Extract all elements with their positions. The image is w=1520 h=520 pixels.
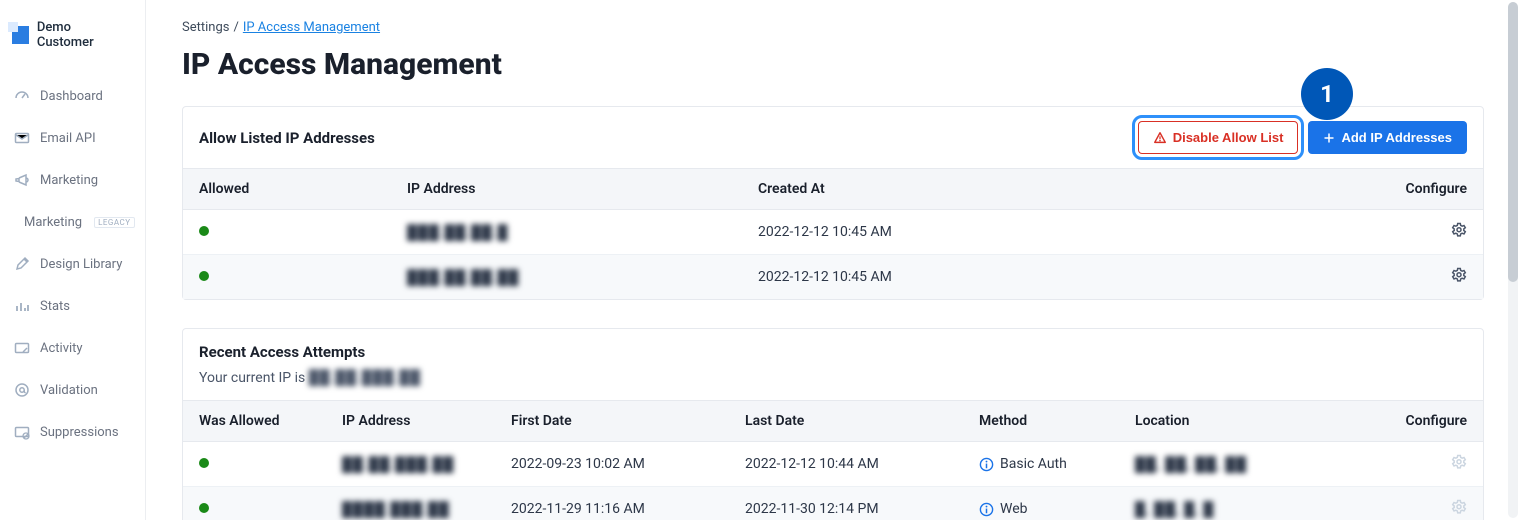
recent-title: Recent Access Attempts: [199, 343, 365, 361]
page-title: IP Access Management: [182, 47, 1484, 82]
ip-value: ███.██.██.█: [407, 225, 508, 241]
button-label: Disable Allow List: [1173, 130, 1284, 145]
gauge-icon: [14, 88, 30, 104]
mail-icon: [14, 130, 30, 146]
col-location: Location: [1119, 401, 1366, 442]
sidebar-item-label: Design Library: [40, 257, 122, 272]
button-label: Add IP Addresses: [1341, 130, 1452, 145]
recent-access-panel: Recent Access Attempts Your current IP i…: [182, 328, 1484, 520]
sidebar-item-marketing[interactable]: Marketing: [12, 162, 133, 198]
first-date: 2022-09-23 10:02 AM: [495, 442, 729, 487]
col-last: Last Date: [729, 401, 963, 442]
col-ip: IP Address: [391, 169, 742, 210]
allow-list-panel: Allow Listed IP Addresses Disable Allow …: [182, 106, 1484, 300]
gear-icon[interactable]: [1451, 499, 1467, 515]
sidebar-item-label: Stats: [40, 299, 70, 314]
at-icon: [14, 382, 30, 398]
step-indicator: 1: [1301, 68, 1353, 120]
sidebar-item-activity[interactable]: Activity: [12, 330, 133, 366]
table-row: ██.██.███.██ 2022-09-23 10:02 AM 2022-12…: [183, 442, 1483, 487]
info-icon[interactable]: [979, 502, 994, 517]
sidebar-item-stats[interactable]: Stats: [12, 288, 133, 324]
created-value: 2022-12-12 10:45 AM: [742, 255, 1327, 300]
sidebar-nav: Dashboard Email API Marketing Marketing …: [12, 78, 133, 450]
sidebar-item-validation[interactable]: Validation: [12, 372, 133, 408]
sidebar-item-label: Email API: [40, 131, 96, 146]
table-row: ████.███.██ 2022-11-29 11:16 AM 2022-11-…: [183, 487, 1483, 520]
legacy-badge: LEGACY: [94, 217, 135, 228]
main-content: Settings / IP Access Management IP Acces…: [146, 0, 1520, 520]
plus-icon: [1323, 132, 1335, 144]
recent-access-table: Was Allowed IP Address First Date Last D…: [183, 400, 1483, 520]
current-ip-value: ██.██.███.██: [309, 370, 421, 386]
col-configure: Configure: [1366, 401, 1483, 442]
sidebar-item-label: Validation: [40, 383, 98, 398]
info-icon[interactable]: [979, 457, 994, 472]
suppressions-icon: [14, 424, 30, 440]
activity-icon: [14, 340, 30, 356]
sidebar-item-design-library[interactable]: Design Library: [12, 246, 133, 282]
sidebar-item-label: Dashboard: [40, 89, 103, 104]
org-switcher[interactable]: Demo Customer: [12, 20, 133, 50]
disable-allow-list-button[interactable]: Disable Allow List: [1138, 121, 1299, 154]
breadcrumb-current-link[interactable]: IP Access Management: [243, 20, 380, 35]
pencil-icon: [14, 256, 30, 272]
sidebar-item-label: Marketing: [24, 215, 82, 230]
created-value: 2022-12-12 10:45 AM: [742, 210, 1327, 255]
current-ip-label: Your current IP is: [199, 370, 309, 386]
col-allowed: Allowed: [183, 169, 391, 210]
method-value: Basic Auth: [1000, 456, 1067, 472]
gear-icon[interactable]: [1451, 454, 1467, 470]
sidebar-item-label: Activity: [40, 341, 83, 356]
sidebar-item-suppressions[interactable]: Suppressions: [12, 414, 133, 450]
col-created: Created At: [742, 169, 1327, 210]
gear-icon[interactable]: [1451, 267, 1467, 283]
sidebar-item-marketing-legacy[interactable]: Marketing LEGACY: [12, 204, 133, 240]
col-method: Method: [963, 401, 1119, 442]
breadcrumb-root: Settings: [182, 20, 229, 35]
col-first: First Date: [495, 401, 729, 442]
last-date: 2022-11-30 12:14 PM: [729, 487, 963, 520]
allow-list-table: Allowed IP Address Created At Configure …: [183, 168, 1483, 299]
sidebar-item-label: Marketing: [40, 173, 98, 188]
ip-value: ██.██.███.██: [342, 457, 454, 473]
location-value: █, ██, █, █: [1135, 502, 1214, 518]
table-row: ███.██.██.██ 2022-12-12 10:45 AM: [183, 255, 1483, 300]
gear-icon[interactable]: [1451, 222, 1467, 238]
method-value: Web: [1000, 501, 1028, 517]
breadcrumb: Settings / IP Access Management: [182, 20, 1484, 35]
first-date: 2022-11-29 11:16 AM: [495, 487, 729, 520]
last-date: 2022-12-12 10:44 AM: [729, 442, 963, 487]
allowed-dot: [199, 271, 209, 281]
breadcrumb-sep: /: [233, 20, 238, 35]
ip-value: ████.███.██: [342, 502, 450, 518]
col-ip: IP Address: [326, 401, 495, 442]
col-was-allowed: Was Allowed: [183, 401, 326, 442]
allowed-dot: [199, 458, 209, 468]
ip-value: ███.██.██.██: [407, 270, 519, 286]
col-configure: Configure: [1327, 169, 1483, 210]
sidebar-item-dashboard[interactable]: Dashboard: [12, 78, 133, 114]
allowed-dot: [199, 226, 209, 236]
current-ip-line: Your current IP is ██.██.███.██: [199, 369, 421, 386]
sidebar-item-email-api[interactable]: Email API: [12, 120, 133, 156]
org-logo: [12, 26, 29, 44]
location-value: ██, ██, ██, ██: [1135, 457, 1247, 473]
warning-icon: [1153, 131, 1167, 145]
scrollbar-thumb[interactable]: [1508, 2, 1518, 282]
add-ip-addresses-button[interactable]: Add IP Addresses: [1308, 121, 1467, 154]
megaphone-icon: [14, 172, 30, 188]
allow-list-title: Allow Listed IP Addresses: [199, 129, 375, 147]
bar-chart-icon: [14, 298, 30, 314]
table-row: ███.██.██.█ 2022-12-12 10:45 AM: [183, 210, 1483, 255]
org-name: Demo Customer: [37, 20, 125, 50]
allowed-dot: [199, 503, 209, 513]
sidebar: Demo Customer Dashboard Email API Market…: [0, 0, 146, 520]
sidebar-item-label: Suppressions: [40, 425, 119, 440]
